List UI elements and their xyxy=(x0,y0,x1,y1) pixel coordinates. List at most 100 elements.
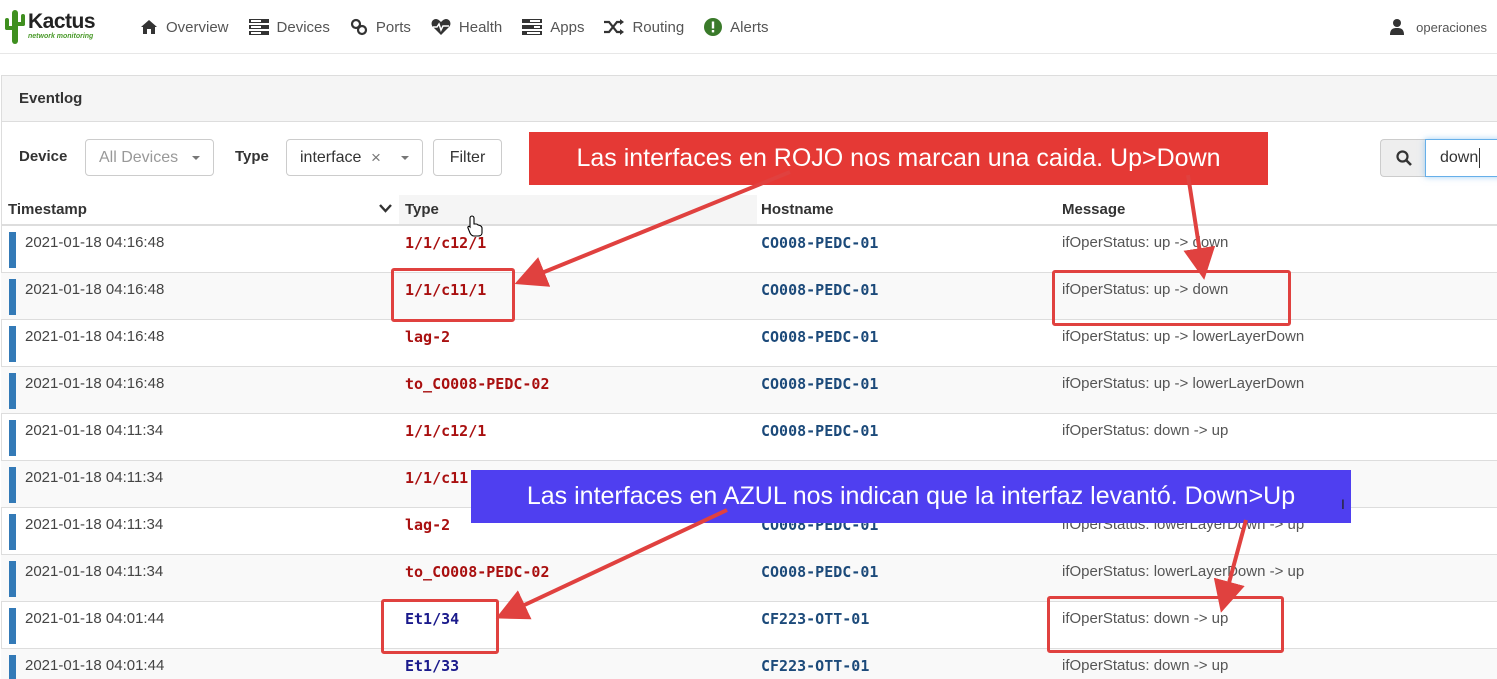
nav-routing[interactable]: Routing xyxy=(604,0,684,54)
table-row[interactable]: 2021-01-18 04:11:34 to_CO008-PEDC-02 CO008… xyxy=(1,555,1497,602)
blue-annotation-text: Las interfaces en AZUL nos indican que l… xyxy=(526,482,1296,510)
cell-message: ifOperStatus: down -> up xyxy=(1062,422,1229,439)
cell-timestamp: 2021-01-18 04:16:48 xyxy=(25,375,165,392)
nav-health-label: Health xyxy=(458,18,503,36)
cell-type[interactable]: 1/1/c12/1 xyxy=(405,422,486,440)
brand-tagline: network monitoring xyxy=(28,33,94,40)
cell-timestamp: 2021-01-18 04:01:44 xyxy=(25,657,165,674)
nav-devices-label: Devices xyxy=(276,18,330,36)
table-row[interactable]: 2021-01-18 04:16:48 lag-2 CO008-PEDC-01 ifO… xyxy=(1,320,1497,367)
col-hostname[interactable]: Hostname xyxy=(761,201,834,218)
red-annotation-callout: Las interfaces en ROJO nos marcan una ca… xyxy=(529,132,1268,185)
cell-timestamp: 2021-01-18 04:01:44 xyxy=(25,610,165,627)
search-addon xyxy=(1380,139,1426,177)
row-status-bar xyxy=(9,467,16,503)
filter-button[interactable]: Filter xyxy=(433,139,502,176)
type-filter-label: Type xyxy=(235,148,269,165)
table-header: Timestamp Type Hostname Message xyxy=(1,195,1497,237)
search-input-value: down xyxy=(1440,149,1479,166)
col-type[interactable]: Type xyxy=(405,201,439,218)
search-icon xyxy=(1395,150,1412,166)
cactus-logo-icon xyxy=(5,10,25,44)
row-status-bar xyxy=(9,514,16,550)
cell-type[interactable]: Et1/33 xyxy=(405,657,459,675)
table-row[interactable]: 2021-01-18 04:16:48 to_CO008-PEDC-02 CO008… xyxy=(1,367,1497,414)
cell-timestamp: 2021-01-18 04:11:34 xyxy=(25,516,164,533)
text-cursor xyxy=(1479,148,1481,168)
nav-alerts-label: Alerts xyxy=(730,18,769,36)
cell-hostname[interactable]: CO008-PEDC-01 xyxy=(761,563,878,581)
heartbeat-icon xyxy=(431,18,451,35)
nav-health[interactable]: Health xyxy=(431,0,502,54)
nav-overview-label: Overview xyxy=(166,18,229,36)
cell-hostname[interactable]: CF223-OTT-01 xyxy=(761,610,869,628)
server-icon xyxy=(248,19,269,35)
cell-hostname[interactable]: CO008-PEDC-01 xyxy=(761,328,878,346)
device-select-value: All Devices xyxy=(99,148,179,166)
type-select[interactable]: interface × xyxy=(286,139,423,176)
nav-devices[interactable]: Devices xyxy=(248,0,330,54)
cell-hostname[interactable]: CF223-OTT-01 xyxy=(761,657,869,675)
red-annotation-text: Las interfaces en ROJO nos marcan una ca… xyxy=(576,144,1221,172)
panel-title: Eventlog xyxy=(2,76,1497,122)
row-status-bar xyxy=(9,232,16,268)
cell-type[interactable]: to_CO008-PEDC-02 xyxy=(405,563,550,581)
row-status-bar xyxy=(9,373,16,409)
clear-icon[interactable]: × xyxy=(371,148,381,168)
search-input[interactable]: down xyxy=(1425,139,1497,177)
col-message[interactable]: Message xyxy=(1062,201,1125,218)
row-status-bar xyxy=(9,655,16,679)
nav-apps[interactable]: Apps xyxy=(522,0,584,54)
cell-type[interactable]: to_CO008-PEDC-02 xyxy=(405,375,550,393)
cell-timestamp: 2021-01-18 04:16:48 xyxy=(25,234,165,251)
table-row[interactable]: 2021-01-18 04:01:44 Et1/33 CF223-OTT-01 ifO… xyxy=(1,649,1497,679)
cell-timestamp: 2021-01-18 04:11:34 xyxy=(25,563,164,580)
row-status-bar xyxy=(9,561,16,597)
blue-row-highlight-box-message xyxy=(1047,596,1284,653)
text-cursor-icon: I xyxy=(1341,496,1345,512)
cell-message: ifOperStatus: up -> lowerLayerDown xyxy=(1062,375,1305,392)
nav-ports[interactable]: Ports xyxy=(350,0,411,54)
nav-alerts[interactable]: Alerts xyxy=(704,0,769,54)
cell-timestamp: 2021-01-18 04:11:34 xyxy=(25,469,164,486)
chevron-down-icon xyxy=(401,156,409,160)
main-nav: Overview Devices Ports Health Apps Routi… xyxy=(140,0,789,54)
user-icon xyxy=(1390,19,1405,35)
sort-chevron-down-icon[interactable] xyxy=(379,203,392,213)
cell-type[interactable]: lag-2 xyxy=(405,516,450,534)
brand-name: Kactus xyxy=(28,10,96,33)
cell-message: ifOperStatus: up -> lowerLayerDown xyxy=(1062,328,1305,345)
table-row[interactable]: 2021-01-18 04:11:34 1/1/c12/1 CO008-PEDC-0… xyxy=(1,414,1497,461)
cell-type[interactable]: 1/1/c12/1 xyxy=(405,234,486,252)
cell-timestamp: 2021-01-18 04:16:48 xyxy=(25,281,165,298)
table-row[interactable]: 2021-01-18 04:16:48 1/1/c12/1 CO008-PEDC-0… xyxy=(1,226,1497,273)
cell-message: ifOperStatus: down -> up xyxy=(1062,657,1229,674)
cell-timestamp: 2021-01-18 04:11:34 xyxy=(25,422,164,439)
nav-apps-label: Apps xyxy=(550,18,585,36)
col-timestamp[interactable]: Timestamp xyxy=(8,201,87,218)
cell-type[interactable]: lag-2 xyxy=(405,328,450,346)
blue-row-highlight-box-type xyxy=(381,599,499,654)
cell-hostname[interactable]: CO008-PEDC-01 xyxy=(761,422,878,440)
navbar: Kactus network monitoring Overview Devic… xyxy=(0,0,1497,54)
red-highlight-box-type xyxy=(391,268,515,322)
user-menu[interactable]: operaciones xyxy=(1390,0,1487,54)
cell-timestamp: 2021-01-18 04:16:48 xyxy=(25,328,165,345)
device-filter-label: Device xyxy=(19,148,68,165)
cell-hostname[interactable]: CO008-PEDC-01 xyxy=(761,281,878,299)
tasks-icon xyxy=(522,19,543,35)
cell-type[interactable]: 1/1/c11 xyxy=(405,469,468,487)
type-select-value: interface xyxy=(300,148,362,166)
cell-hostname[interactable]: CO008-PEDC-01 xyxy=(761,375,878,393)
link-icon xyxy=(350,18,367,36)
nav-ports-label: Ports xyxy=(375,18,411,36)
exclamation-circle-icon xyxy=(704,18,723,36)
device-select[interactable]: All Devices xyxy=(85,139,214,176)
cell-hostname[interactable]: CO008-PEDC-01 xyxy=(761,234,878,252)
cell-message: ifOperStatus: lowerLayerDown -> up xyxy=(1062,563,1305,580)
blue-annotation-callout: Las interfaces en AZUL nos indican que l… xyxy=(471,470,1351,523)
nav-overview[interactable]: Overview xyxy=(140,0,229,54)
brand-logo[interactable]: Kactus network monitoring xyxy=(4,8,114,46)
home-icon xyxy=(141,20,157,34)
type-column-hover-bg xyxy=(399,195,757,224)
